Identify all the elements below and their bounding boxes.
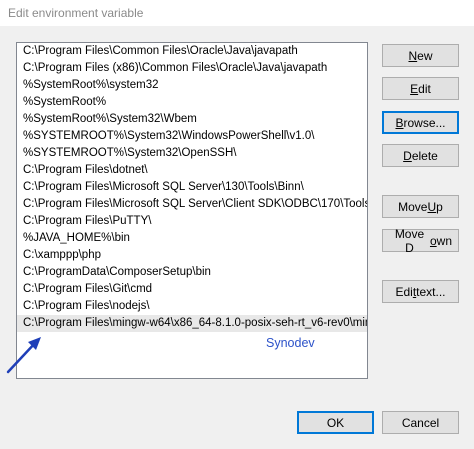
delete-button-mnemonic: D: [403, 148, 412, 163]
move-up-button-label-post: p: [436, 199, 443, 214]
delete-button-label-post: elete: [411, 148, 438, 163]
edit-env-variable-dialog: Edit environment variable C:\Program Fil…: [0, 0, 474, 449]
path-list-item[interactable]: %SystemRoot%: [17, 94, 367, 111]
title-bar[interactable]: Edit environment variable: [0, 0, 474, 26]
move-down-button-label-pre: Move D: [394, 226, 425, 255]
new-button-mnemonic: N: [408, 48, 418, 63]
browse-button-label-post: rowse...: [403, 115, 446, 130]
delete-button[interactable]: Delete: [382, 144, 459, 167]
new-button[interactable]: New: [382, 44, 459, 67]
cancel-button[interactable]: Cancel: [382, 411, 459, 434]
move-up-button[interactable]: Move Up: [382, 195, 459, 218]
annotation-arrow-icon: [6, 337, 41, 374]
move-up-button-label-pre: Move: [398, 199, 428, 214]
path-list-item[interactable]: C:\Program Files\dotnet\: [17, 162, 367, 179]
edit-button-mnemonic: E: [410, 81, 419, 96]
path-list-item[interactable]: C:\Program Files\Microsoft SQL Server\13…: [17, 179, 367, 196]
move-down-button-mnemonic: o: [429, 233, 437, 248]
path-list-item[interactable]: %JAVA_HOME%\bin: [17, 230, 367, 247]
path-list-item[interactable]: %SystemRoot%\system32: [17, 77, 367, 94]
path-list-item[interactable]: C:\Program Files\mingw-w64\x86_64-8.1.0-…: [17, 315, 367, 332]
edit-text-button-label-pre: Edi: [395, 284, 413, 299]
new-button-label-post: ew: [417, 48, 433, 63]
path-list-item[interactable]: %SYSTEMROOT%\System32\OpenSSH\: [17, 145, 367, 162]
path-list-item[interactable]: C:\Program Files\nodejs\: [17, 298, 367, 315]
path-list-item[interactable]: C:\Program Files (x86)\Common Files\Orac…: [17, 60, 367, 77]
edit-button-label-post: dit: [418, 81, 431, 96]
move-down-button[interactable]: Move D o wn: [382, 226, 459, 255]
edit-button[interactable]: Edit: [382, 77, 459, 100]
path-list-item[interactable]: %SYSTEMROOT%\System32\WindowsPowerShell\…: [17, 128, 367, 145]
path-list-item[interactable]: C:\Program Files\Microsoft SQL Server\Cl…: [17, 196, 367, 213]
path-list-item[interactable]: C:\ProgramData\ComposerSetup\bin: [17, 264, 367, 281]
browse-button[interactable]: Browse...: [382, 111, 459, 134]
edit-text-button-label-post: text...: [416, 284, 446, 299]
edit-text-button[interactable]: Edi t text...: [382, 280, 459, 303]
window-title: Edit environment variable: [8, 6, 144, 20]
path-list-item[interactable]: C:\Program Files\PuTTY\: [17, 213, 367, 230]
watermark-text: Synodev: [266, 336, 315, 350]
move-up-button-mnemonic: U: [427, 199, 437, 214]
path-list-item[interactable]: C:\Program Files\Git\cmd: [17, 281, 367, 298]
move-down-button-label-post: wn: [436, 233, 452, 248]
browse-button-mnemonic: B: [395, 115, 404, 130]
footer-divider: [0, 398, 474, 399]
path-list-item[interactable]: C:\Program Files\Common Files\Oracle\Jav…: [17, 43, 367, 60]
path-list-item[interactable]: %SystemRoot%\System32\Wbem: [17, 111, 367, 128]
ok-button[interactable]: OK: [297, 411, 374, 434]
path-list-item[interactable]: C:\xamppp\php: [17, 247, 367, 264]
path-list[interactable]: C:\Program Files\Common Files\Oracle\Jav…: [16, 42, 368, 379]
